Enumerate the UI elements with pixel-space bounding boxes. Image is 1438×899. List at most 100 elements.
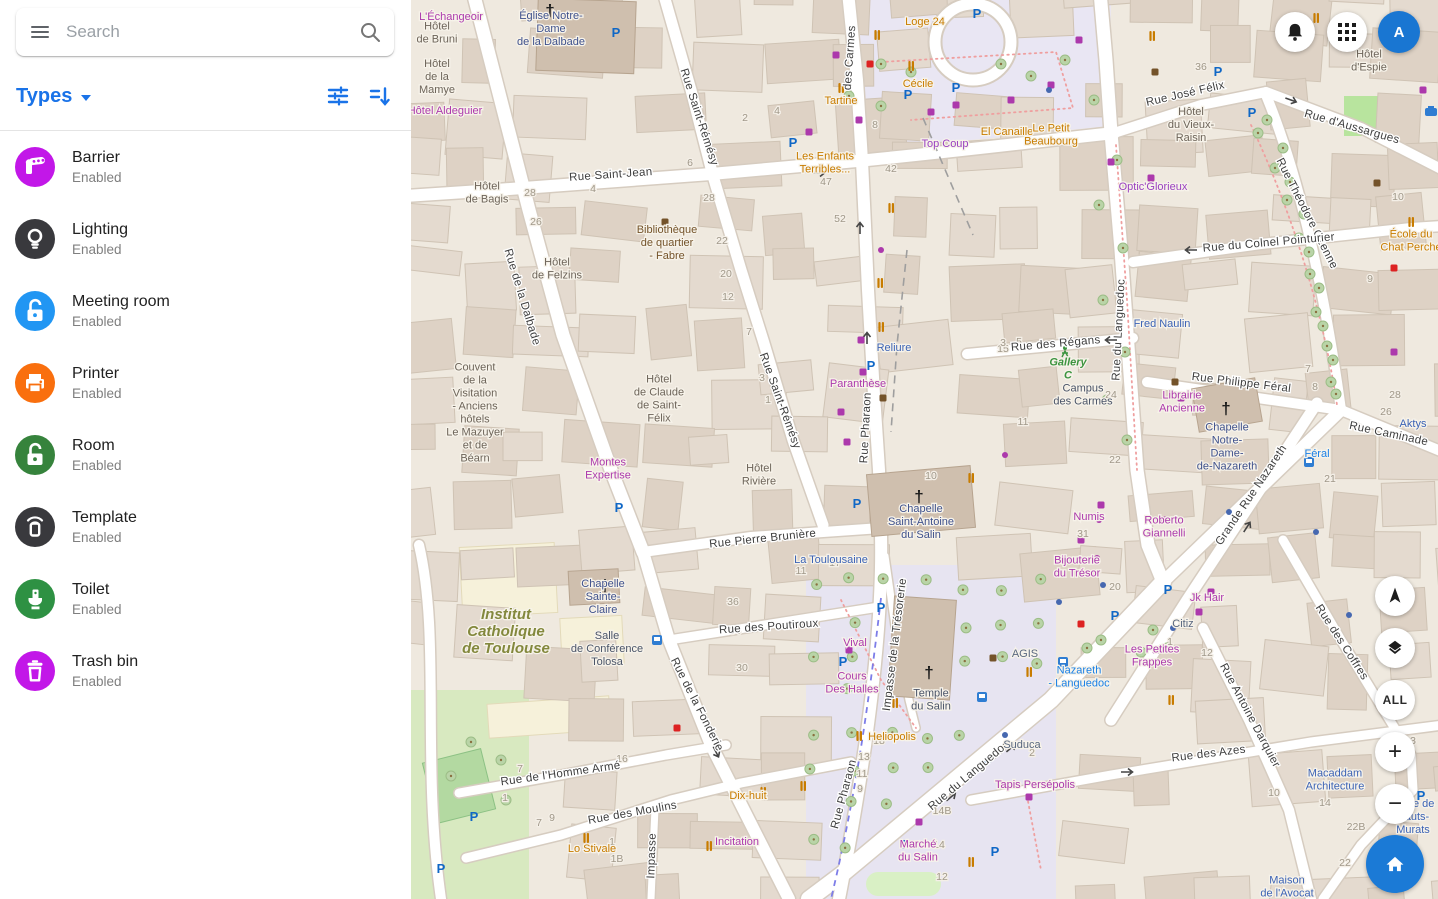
svg-text:P: P — [1164, 582, 1173, 597]
svg-text:20: 20 — [1109, 581, 1121, 593]
compass-button[interactable] — [1375, 576, 1415, 616]
svg-text:26: 26 — [530, 216, 542, 228]
svg-text:13: 13 — [858, 751, 870, 763]
svg-text:P: P — [991, 844, 1000, 859]
svg-text:42: 42 — [885, 163, 897, 175]
svg-text:Tartine: Tartine — [824, 95, 857, 107]
svg-text:22: 22 — [1109, 454, 1121, 466]
svg-text:Féral: Féral — [1304, 448, 1329, 460]
all-layers-button[interactable]: ALL — [1375, 680, 1415, 720]
svg-text:Top Coup: Top Coup — [921, 138, 968, 150]
search-button[interactable] — [346, 8, 394, 56]
type-item-meeting-room[interactable]: Meeting roomEnabled — [0, 275, 411, 347]
type-label: Toilet — [72, 581, 122, 599]
bell-icon — [1284, 21, 1306, 43]
svg-text:P: P — [973, 6, 982, 21]
printer-icon — [15, 363, 55, 403]
sidebar: Types — [0, 0, 411, 899]
svg-text:Templedu Salin: Templedu Salin — [911, 688, 951, 713]
svg-text:P: P — [470, 809, 479, 824]
svg-text:P: P — [612, 25, 621, 40]
svg-text:P: P — [867, 358, 876, 373]
svg-text:8: 8 — [872, 119, 878, 131]
svg-text:9: 9 — [1367, 273, 1373, 285]
svg-text:MacaddamArchitecture: MacaddamArchitecture — [1306, 768, 1365, 793]
svg-text:12: 12 — [936, 871, 948, 883]
type-item-room[interactable]: RoomEnabled — [0, 419, 411, 491]
svg-text:7: 7 — [536, 817, 542, 829]
plus-icon: + — [1388, 740, 1402, 764]
type-item-printer[interactable]: PrinterEnabled — [0, 347, 411, 419]
svg-text:†: † — [924, 663, 933, 682]
svg-text:P: P — [789, 135, 798, 150]
svg-text:10: 10 — [925, 470, 937, 482]
search-input[interactable] — [64, 21, 346, 43]
notifications-button[interactable] — [1275, 12, 1315, 52]
apps-button[interactable] — [1327, 12, 1367, 52]
svg-text:Jk Hair: Jk Hair — [1190, 592, 1225, 604]
home-button[interactable] — [1366, 835, 1424, 893]
svg-text:Numis: Numis — [1073, 511, 1105, 523]
lock-open-icon — [15, 291, 55, 331]
svg-text:Heliopolis: Heliopolis — [868, 731, 916, 743]
type-status: Enabled — [72, 242, 128, 257]
svg-text:P: P — [839, 654, 848, 669]
type-item-lighting[interactable]: LightingEnabled — [0, 203, 411, 275]
svg-text:30: 30 — [736, 662, 748, 674]
svg-text:4: 4 — [774, 105, 780, 117]
svg-text:Aktys: Aktys — [1400, 418, 1427, 430]
type-item-template[interactable]: TemplateEnabled — [0, 491, 411, 563]
type-status: Enabled — [72, 386, 122, 401]
type-item-barrier[interactable]: Barrier Enabled — [0, 131, 411, 203]
svg-text:Vival: Vival — [843, 637, 867, 649]
toilet-icon — [15, 579, 55, 619]
svg-text:HôtelRivière: HôtelRivière — [742, 463, 776, 488]
avatar[interactable]: A — [1378, 11, 1420, 53]
filter-button[interactable] — [325, 83, 351, 109]
svg-text:Loge 24: Loge 24 — [905, 16, 945, 28]
all-label: ALL — [1383, 693, 1408, 707]
type-status: Enabled — [72, 170, 122, 185]
layers-icon — [1383, 636, 1407, 660]
svg-text:31: 31 — [1077, 528, 1089, 540]
svg-text:4: 4 — [590, 183, 596, 195]
svg-text:P: P — [615, 500, 624, 515]
types-dropdown[interactable]: Types — [16, 85, 91, 108]
layers-button[interactable] — [1375, 628, 1415, 668]
type-status: Enabled — [72, 674, 138, 689]
svg-text:12: 12 — [722, 291, 734, 303]
search-icon — [359, 21, 381, 43]
svg-text:6: 6 — [687, 157, 693, 169]
svg-text:Cécile: Cécile — [903, 78, 934, 90]
svg-text:La Toulousaine: La Toulousaine — [794, 554, 868, 566]
type-label: Trash bin — [72, 653, 138, 671]
chevron-down-icon — [81, 95, 91, 101]
search-bar[interactable] — [16, 8, 394, 56]
type-label: Room — [72, 437, 122, 455]
type-label: Meeting room — [72, 293, 170, 311]
sort-button[interactable] — [367, 83, 393, 109]
svg-text:1: 1 — [502, 792, 508, 804]
svg-text:14: 14 — [1319, 797, 1331, 809]
svg-text:9: 9 — [857, 783, 863, 795]
svg-text:12: 12 — [1201, 647, 1213, 659]
svg-text:3: 3 — [1000, 337, 1006, 349]
type-item-toilet[interactable]: Toilet Enabled — [0, 563, 411, 635]
svg-text:7: 7 — [1305, 363, 1311, 375]
zoom-in-button[interactable]: + — [1375, 732, 1415, 772]
type-item-trash-bin[interactable]: Trash bin Enabled — [0, 635, 411, 707]
svg-text:7: 7 — [746, 326, 752, 338]
zoom-out-button[interactable]: − — [1375, 784, 1415, 824]
svg-text:47: 47 — [820, 176, 832, 188]
svg-text:2: 2 — [742, 112, 748, 124]
map-image: PPPPPPPPPPPPPPPPPPPP†††††282642862422201… — [411, 0, 1438, 899]
svg-text:P: P — [853, 496, 862, 511]
type-status: Enabled — [72, 602, 122, 617]
map-canvas[interactable]: PPPPPPPPPPPPPPPPPPPP†††††282642862422201… — [411, 0, 1438, 899]
menu-button[interactable] — [16, 8, 64, 56]
svg-text:P: P — [1111, 608, 1120, 623]
type-label: Barrier — [72, 149, 122, 167]
svg-text:Marchédu Salin: Marchédu Salin — [898, 839, 938, 864]
apps-grid-icon — [1337, 22, 1357, 42]
lightbulb-icon — [15, 219, 55, 259]
